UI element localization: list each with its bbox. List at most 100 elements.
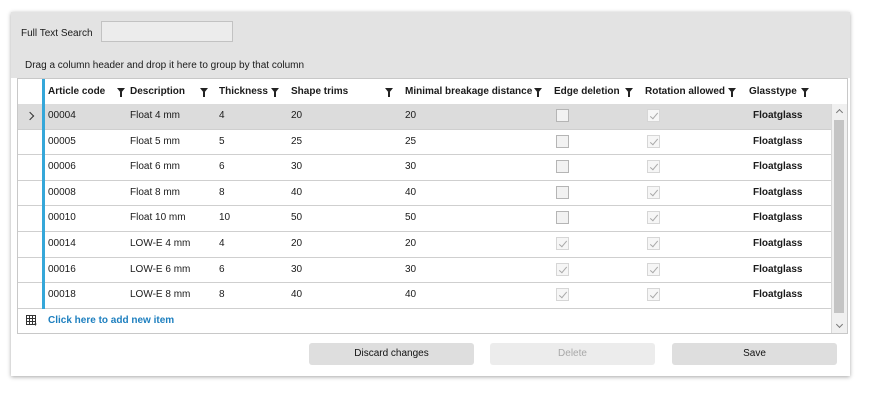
cell-minimal-breakage-distance[interactable]: 20 [405, 104, 416, 128]
cell-minimal-breakage-distance[interactable]: 40 [405, 283, 416, 307]
edge-deletion-checkbox[interactable] [556, 211, 569, 225]
row-indicator[interactable] [18, 130, 42, 155]
cell-article-code[interactable]: 00018 [48, 283, 76, 307]
cell-article-code[interactable]: 00010 [48, 206, 76, 230]
cell-glasstype[interactable]: Floatglass [753, 181, 802, 205]
vertical-scrollbar[interactable] [831, 104, 847, 333]
column-header-glasstype[interactable]: Glasstype [749, 79, 829, 104]
cell-glasstype[interactable]: Floatglass [753, 206, 802, 230]
column-header-edge-deletion[interactable]: Edge deletion [554, 79, 642, 104]
rotation-allowed-checkbox[interactable] [647, 262, 660, 276]
cell-thickness[interactable]: 8 [219, 181, 225, 205]
discard-changes-button[interactable]: Discard changes [309, 343, 474, 365]
table-row[interactable]: 00005 Float 5 mm 5 25 25 Floatglass [18, 130, 831, 156]
cell-shape-trims[interactable]: 20 [291, 232, 302, 256]
filter-icon[interactable] [728, 88, 736, 97]
filter-icon[interactable] [385, 88, 393, 97]
scroll-thumb[interactable] [834, 120, 844, 313]
cell-minimal-breakage-distance[interactable]: 50 [405, 206, 416, 230]
rotation-allowed-checkbox[interactable] [647, 185, 660, 199]
cell-description[interactable]: LOW-E 6 mm [130, 258, 190, 282]
cell-thickness[interactable]: 8 [219, 283, 225, 307]
row-indicator[interactable] [18, 104, 42, 129]
row-indicator[interactable] [18, 258, 42, 283]
cell-article-code[interactable]: 00014 [48, 232, 76, 256]
edge-deletion-checkbox[interactable] [556, 160, 569, 174]
column-header-minimal-breakage-distance[interactable]: Minimal breakage distance [405, 79, 550, 104]
cell-minimal-breakage-distance[interactable]: 25 [405, 130, 416, 154]
cell-article-code[interactable]: 00016 [48, 258, 76, 282]
row-indicator[interactable] [18, 232, 42, 257]
cell-minimal-breakage-distance[interactable]: 30 [405, 155, 416, 179]
cell-description[interactable]: LOW-E 4 mm [130, 232, 190, 256]
edge-deletion-checkbox[interactable] [556, 262, 569, 276]
cell-thickness[interactable]: 4 [219, 232, 225, 256]
full-text-search-input[interactable] [101, 21, 233, 42]
row-indicator[interactable] [18, 206, 42, 231]
table-row[interactable]: 00008 Float 8 mm 8 40 40 Floatglass [18, 181, 831, 207]
table-row[interactable]: 00006 Float 6 mm 6 30 30 Floatglass [18, 155, 831, 181]
cell-shape-trims[interactable]: 30 [291, 258, 302, 282]
cell-description[interactable]: Float 6 mm [130, 155, 180, 179]
edge-deletion-checkbox[interactable] [556, 237, 569, 250]
filter-icon[interactable] [117, 88, 125, 97]
filter-icon[interactable] [801, 88, 809, 97]
cell-article-code[interactable]: 00006 [48, 155, 76, 179]
table-row[interactable]: 00018 LOW-E 8 mm 8 40 40 Floatglass [18, 283, 831, 309]
cell-article-code[interactable]: 00008 [48, 181, 76, 205]
cell-description[interactable]: Float 5 mm [130, 130, 180, 154]
scroll-up-icon[interactable] [835, 107, 844, 117]
cell-thickness[interactable]: 10 [219, 206, 230, 230]
row-indicator[interactable] [18, 155, 42, 180]
column-header-thickness[interactable]: Thickness [219, 79, 289, 104]
column-header-rotation-allowed[interactable]: Rotation allowed [645, 79, 745, 104]
column-header-description[interactable]: Description [130, 79, 220, 104]
cell-minimal-breakage-distance[interactable]: 20 [405, 232, 416, 256]
delete-button[interactable]: Delete [490, 343, 655, 365]
cell-glasstype[interactable]: Floatglass [753, 104, 802, 128]
column-header-shape-trims[interactable]: Shape trims [291, 79, 401, 104]
add-new-item-link[interactable]: Click here to add new item [48, 309, 174, 333]
cell-description[interactable]: Float 8 mm [130, 181, 180, 205]
filter-icon[interactable] [271, 88, 279, 97]
cell-shape-trims[interactable]: 30 [291, 155, 302, 179]
table-row[interactable]: 00014 LOW-E 4 mm 4 20 20 Floatglass [18, 232, 831, 258]
cell-shape-trims[interactable]: 25 [291, 130, 302, 154]
rotation-allowed-checkbox[interactable] [647, 211, 660, 225]
cell-glasstype[interactable]: Floatglass [753, 258, 802, 282]
cell-thickness[interactable]: 4 [219, 104, 225, 128]
cell-description[interactable]: Float 4 mm [130, 104, 180, 128]
column-header-article-code[interactable]: Article code [48, 79, 128, 104]
cell-glasstype[interactable]: Floatglass [753, 155, 802, 179]
cell-description[interactable]: LOW-E 8 mm [130, 283, 190, 307]
cell-glasstype[interactable]: Floatglass [753, 130, 802, 154]
cell-shape-trims[interactable]: 50 [291, 206, 302, 230]
cell-thickness[interactable]: 5 [219, 130, 225, 154]
cell-minimal-breakage-distance[interactable]: 30 [405, 258, 416, 282]
cell-shape-trims[interactable]: 40 [291, 283, 302, 307]
save-button[interactable]: Save [672, 343, 837, 365]
table-row[interactable]: 00016 LOW-E 6 mm 6 30 30 Floatglass [18, 258, 831, 284]
cell-glasstype[interactable]: Floatglass [753, 283, 802, 307]
rotation-allowed-checkbox[interactable] [647, 237, 660, 250]
cell-description[interactable]: Float 10 mm [130, 206, 186, 230]
cell-thickness[interactable]: 6 [219, 258, 225, 282]
rotation-allowed-checkbox[interactable] [647, 109, 660, 122]
table-row[interactable]: 00010 Float 10 mm 10 50 50 Floatglass [18, 206, 831, 232]
new-item-row[interactable]: Click here to add new item [18, 309, 831, 333]
cell-shape-trims[interactable]: 40 [291, 181, 302, 205]
rotation-allowed-checkbox[interactable] [647, 160, 660, 174]
edge-deletion-checkbox[interactable] [556, 134, 569, 148]
filter-icon[interactable] [534, 88, 542, 97]
rotation-allowed-checkbox[interactable] [647, 134, 660, 148]
cell-minimal-breakage-distance[interactable]: 40 [405, 181, 416, 205]
cell-article-code[interactable]: 00004 [48, 104, 76, 128]
row-indicator[interactable] [18, 181, 42, 206]
cell-article-code[interactable]: 00005 [48, 130, 76, 154]
filter-icon[interactable] [625, 88, 633, 97]
row-indicator[interactable] [18, 283, 42, 308]
table-row[interactable]: 00004 Float 4 mm 4 20 20 Floatglass [18, 104, 831, 130]
edge-deletion-checkbox[interactable] [556, 185, 569, 199]
filter-icon[interactable] [200, 88, 208, 97]
rotation-allowed-checkbox[interactable] [647, 288, 660, 302]
